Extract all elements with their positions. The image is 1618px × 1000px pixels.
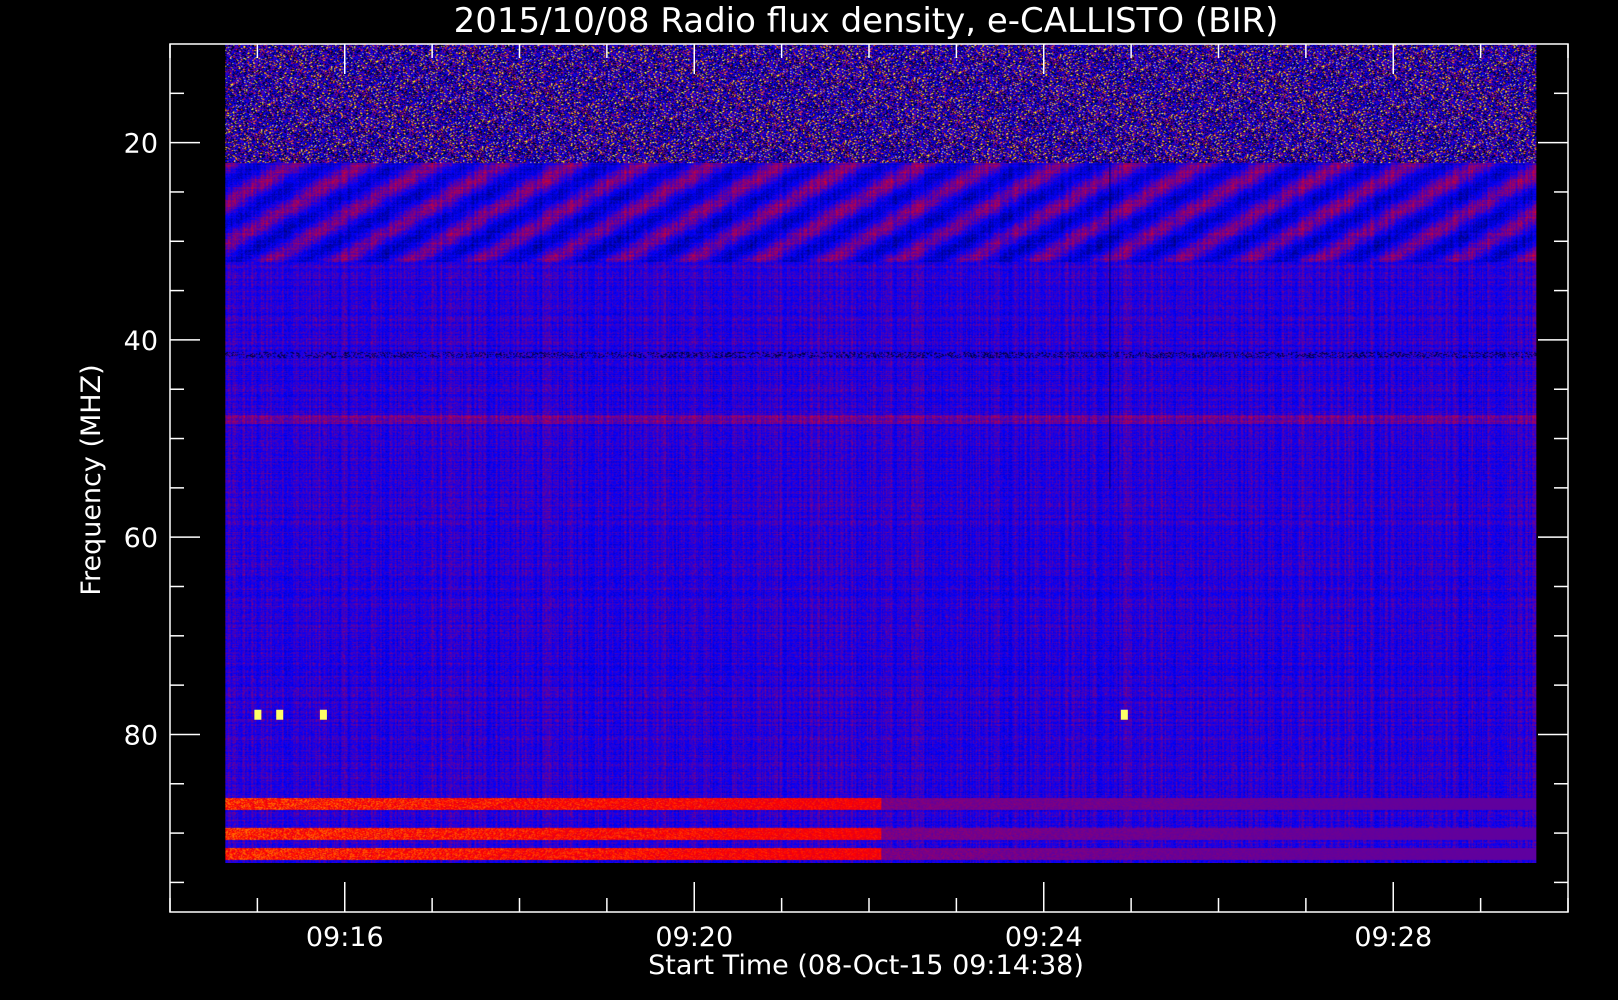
y-tick-label: 40 — [124, 326, 158, 357]
x-tick-label: 09:20 — [655, 922, 733, 953]
x-tick-label: 09:16 — [306, 922, 384, 953]
y-tick-label: 80 — [124, 720, 158, 751]
x-tick-label: 09:28 — [1354, 922, 1432, 953]
spectrogram-chart: 2015/10/08 Radio flux density, e-CALLIST… — [76, 1, 1569, 981]
spike-mark — [276, 709, 284, 720]
spike-mark — [254, 709, 262, 720]
spike-mark — [319, 709, 327, 720]
y-axis-label: Frequency (MHZ) — [76, 364, 107, 595]
x-tick-label: 09:24 — [1005, 922, 1083, 953]
heatmap-image — [225, 44, 1537, 863]
y-tick-label: 60 — [124, 523, 158, 554]
y-tick-label: 20 — [124, 129, 158, 160]
chart-title: 2015/10/08 Radio flux density, e-CALLIST… — [454, 1, 1279, 41]
x-axis-label: Start Time (08-Oct-15 09:14:38) — [648, 950, 1084, 981]
spike-mark — [1120, 709, 1128, 720]
